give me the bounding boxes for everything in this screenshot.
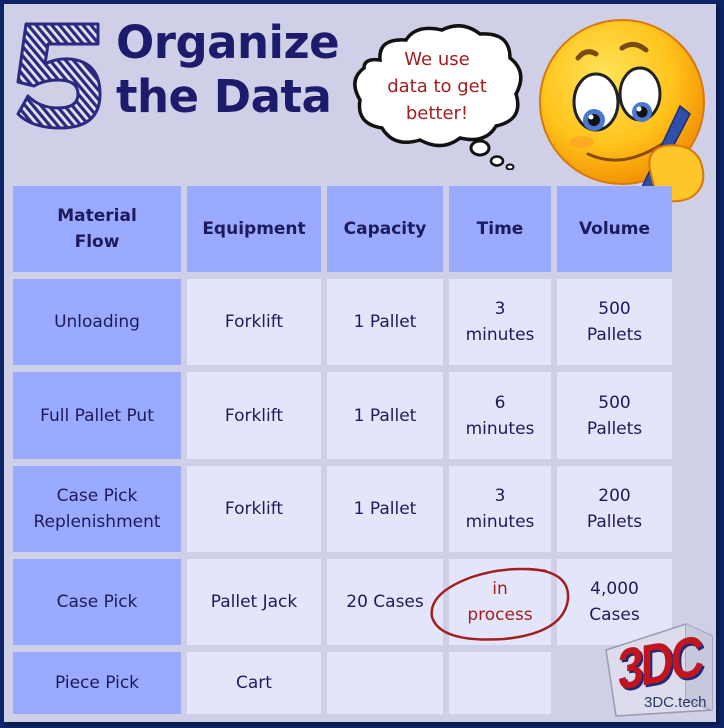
column-header-capacity: Capacity: [327, 186, 443, 272]
row-label-unloading: Unloading: [13, 279, 181, 365]
table-cell-in-process: in process: [449, 559, 551, 645]
bubble-text: We use data to get better!: [362, 46, 512, 127]
table-cell: 200 Pallets: [557, 466, 672, 552]
bubble-line-1: We use: [404, 49, 470, 70]
page-title: Organize the Data: [116, 16, 340, 124]
page-frame: Organize the Data We use data to get bet…: [0, 0, 724, 728]
column-header-equipment: Equipment: [187, 186, 321, 272]
material-flow-table: Material Flow Equipment Capacity Time Vo…: [13, 186, 672, 714]
table-cell: Cart: [187, 652, 321, 714]
table-cell: 1 Pallet: [327, 279, 443, 365]
3dc-logo-url[interactable]: 3DC.tech: [644, 694, 707, 711]
table-cell: 500 Pallets: [557, 372, 672, 459]
table-cell: 6 minutes: [449, 372, 551, 459]
table-cell: Forklift: [187, 279, 321, 365]
row-label-case-pick: Case Pick: [13, 559, 181, 645]
table-cell: 3 minutes: [449, 279, 551, 365]
column-header-material-flow: Material Flow: [13, 186, 181, 272]
table-cell: Forklift: [187, 466, 321, 552]
title-line-2: the Data: [116, 70, 332, 123]
bubble-line-2: data to get: [387, 76, 487, 97]
table-cell: 1 Pallet: [327, 466, 443, 552]
table-cell: 500 Pallets: [557, 279, 672, 365]
column-header-volume: Volume: [557, 186, 672, 272]
column-header-time: Time: [449, 186, 551, 272]
table-cell: 3 minutes: [449, 466, 551, 552]
table-cell: 20 Cases: [327, 559, 443, 645]
step-number-five-icon: [16, 22, 102, 130]
row-label-case-pick-replenishment: Case Pick Replenishment: [13, 466, 181, 552]
table-cell: Forklift: [187, 372, 321, 459]
bubble-line-3: better!: [405, 103, 469, 124]
table-cell-empty: [449, 652, 551, 714]
row-label-piece-pick: Piece Pick: [13, 652, 181, 714]
table-cell: 1 Pallet: [327, 372, 443, 459]
table-cell-empty: [327, 652, 443, 714]
row-label-full-pallet-put: Full Pallet Put: [13, 372, 181, 459]
title-line-1: Organize: [116, 16, 340, 69]
table-cell: Pallet Jack: [187, 559, 321, 645]
